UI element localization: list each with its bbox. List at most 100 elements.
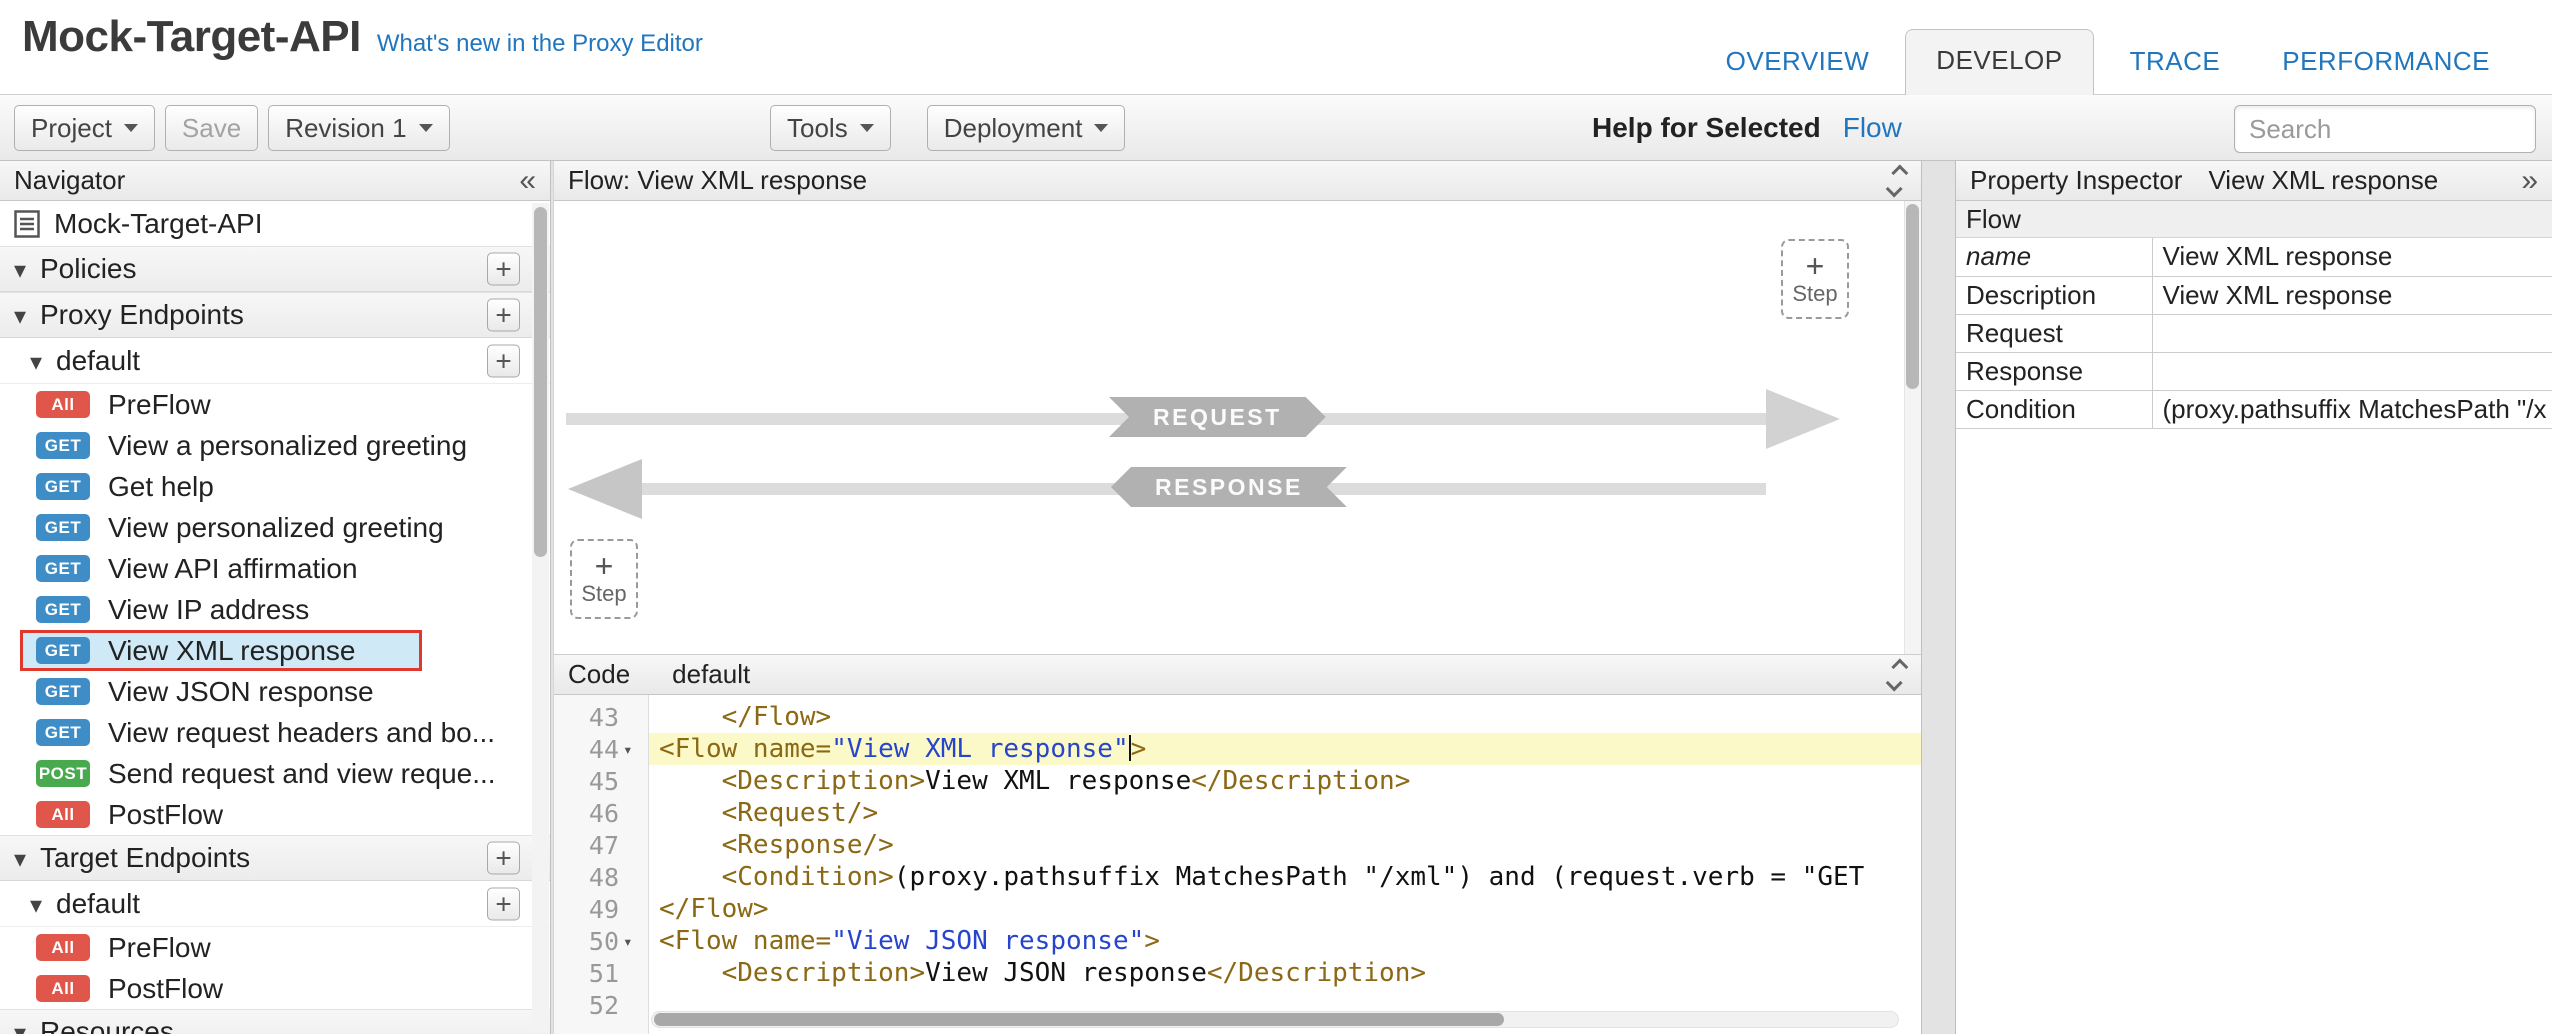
nav-section-target-endpoints[interactable]: Target Endpoints +: [0, 835, 550, 881]
flow-label: View API affirmation: [108, 553, 358, 585]
expand-inspector-button[interactable]: »: [2521, 166, 2538, 196]
code-line-51[interactable]: 51 <Description>View JSON response</Desc…: [554, 957, 1921, 989]
line-number: 48: [589, 863, 619, 892]
add-proxy-flow-button[interactable]: +: [487, 344, 520, 377]
whats-new-link[interactable]: What's new in the Proxy Editor: [377, 30, 703, 58]
help-flow-link[interactable]: Flow: [1843, 112, 1902, 144]
code-token: </Flow>: [659, 894, 769, 924]
flow-item-view-xml-response[interactable]: GET View XML response: [20, 630, 422, 671]
add-proxy-endpoint-button[interactable]: +: [487, 299, 520, 332]
nav-section-resources[interactable]: Resources: [0, 1009, 550, 1034]
chevron-down-icon: [1886, 674, 1903, 691]
code-token: <Response/>: [659, 830, 894, 860]
line-number: 44: [589, 735, 619, 764]
tab-overview[interactable]: OVERVIEW: [1700, 32, 1896, 95]
plus-icon: +: [495, 300, 511, 331]
add-step-button-response[interactable]: + Step: [570, 539, 638, 619]
tab-develop[interactable]: DEVELOP: [1905, 29, 2093, 95]
add-target-flow-button[interactable]: +: [487, 887, 520, 920]
flow-item-view-ip-address[interactable]: GET View IP address: [0, 589, 550, 630]
flow-item-preflow[interactable]: All PreFlow: [0, 384, 550, 425]
navigator-scrollbar[interactable]: [532, 203, 549, 1032]
code-line-46[interactable]: 46 <Request/>: [554, 797, 1921, 829]
section-label: Resources: [40, 1016, 174, 1034]
property-value[interactable]: [2152, 352, 2552, 390]
code-line-47[interactable]: 47 <Response/>: [554, 829, 1921, 861]
endpoint-label: default: [56, 888, 140, 920]
proxy-root-item[interactable]: Mock-Target-API: [0, 201, 550, 246]
expand-flow-panel-icon[interactable]: [1887, 163, 1907, 199]
collapse-code-panel-icon[interactable]: [1887, 657, 1907, 693]
deployment-menu-button[interactable]: Deployment: [927, 105, 1126, 151]
add-target-endpoint-button[interactable]: +: [487, 842, 520, 875]
save-button[interactable]: Save: [165, 105, 258, 151]
navigator-scrollbar-thumb[interactable]: [534, 207, 547, 557]
property-value[interactable]: View XML response: [2152, 276, 2552, 314]
disclosure-icon: [14, 253, 40, 285]
plus-icon: +: [1806, 251, 1825, 281]
flow-item-get-help[interactable]: GET Get help: [0, 466, 550, 507]
plus-icon: +: [495, 888, 511, 919]
tab-performance[interactable]: PERFORMANCE: [2256, 32, 2516, 95]
fold-icon[interactable]: ▾: [623, 740, 643, 759]
flow-item-view-a-personalized-greeting[interactable]: GET View a personalized greeting: [0, 425, 550, 466]
code-line-50[interactable]: 50▾ <Flow name="View JSON response">: [554, 925, 1921, 957]
navigator-panel: Navigator « Mock-Target-API Policies + P…: [0, 161, 551, 1034]
flow-label: View request headers and bo...: [108, 717, 495, 749]
code-line-43[interactable]: 43 </Flow>: [554, 701, 1921, 733]
code-line-44[interactable]: 44▾ <Flow name="View XML response">: [554, 733, 1921, 765]
flow-canvas-scrollbar-thumb[interactable]: [1906, 204, 1919, 389]
proxy-root-label: Mock-Target-API: [54, 208, 263, 240]
line-number: 50: [589, 927, 619, 956]
code-line-45[interactable]: 45 <Description>View XML response</Descr…: [554, 765, 1921, 797]
code-line-49[interactable]: 49 </Flow>: [554, 893, 1921, 925]
target-flow-item-preflow[interactable]: All PreFlow: [0, 927, 550, 968]
nav-section-policies[interactable]: Policies +: [0, 246, 550, 292]
flow-item-view-api-affirmation[interactable]: GET View API affirmation: [0, 548, 550, 589]
project-menu-button[interactable]: Project: [14, 105, 155, 151]
code-line-48[interactable]: 48 <Condition>(proxy.pathsuffix MatchesP…: [554, 861, 1921, 893]
property-label: Request: [1956, 314, 2152, 352]
proxy-endpoint-default[interactable]: default +: [0, 338, 550, 384]
flow-canvas-scrollbar[interactable]: [1904, 201, 1921, 654]
flow-item-view-request-headers[interactable]: GET View request headers and bo...: [0, 712, 550, 753]
property-value[interactable]: (proxy.pathsuffix MatchesPath "/x: [2152, 390, 2552, 428]
code-file-tab-default[interactable]: default: [672, 659, 750, 690]
step-button-label: Step: [581, 581, 626, 607]
step-button-label: Step: [1792, 281, 1837, 307]
search-input[interactable]: [2234, 105, 2536, 153]
target-flow-item-postflow[interactable]: All PostFlow: [0, 968, 550, 1009]
verb-badge: All: [36, 975, 90, 1002]
property-row-description: Description View XML response: [1956, 276, 2552, 314]
property-row-condition: Condition (proxy.pathsuffix MatchesPath …: [1956, 390, 2552, 428]
verb-badge: POST: [36, 760, 90, 787]
code-token: </Flow>: [659, 702, 831, 732]
code-horizontal-scrollbar[interactable]: [651, 1011, 1899, 1028]
flow-item-postflow[interactable]: All PostFlow: [0, 794, 550, 835]
flow-item-view-personalized-greeting[interactable]: GET View personalized greeting: [0, 507, 550, 548]
code-editor[interactable]: 43 </Flow> 44▾ <Flow name="View XML resp…: [554, 695, 1921, 1034]
dropdown-caret-icon: [860, 124, 874, 132]
flow-item-view-json-response[interactable]: GET View JSON response: [0, 671, 550, 712]
collapse-navigator-button[interactable]: «: [519, 166, 536, 196]
section-label: Target Endpoints: [40, 842, 250, 874]
nav-section-proxy-endpoints[interactable]: Proxy Endpoints +: [0, 292, 550, 338]
target-endpoint-default[interactable]: default +: [0, 881, 550, 927]
code-tab[interactable]: Code: [568, 659, 630, 690]
flow-label: PostFlow: [108, 973, 223, 1005]
add-step-button-request[interactable]: + Step: [1781, 239, 1849, 319]
tools-menu-button[interactable]: Tools: [770, 105, 891, 151]
property-value[interactable]: View XML response: [2152, 238, 2552, 276]
fold-icon[interactable]: ▾: [623, 932, 643, 951]
property-value[interactable]: [2152, 314, 2552, 352]
flow-label: Send request and view reque...: [108, 758, 496, 790]
verb-badge: GET: [36, 596, 90, 623]
flow-item-send-request[interactable]: POST Send request and view reque...: [0, 753, 550, 794]
add-policy-button[interactable]: +: [487, 253, 520, 286]
revision-menu-button[interactable]: Revision 1: [268, 105, 449, 151]
flow-label: View personalized greeting: [108, 512, 444, 544]
code-token: "View XML response": [831, 734, 1128, 764]
line-number: 49: [589, 895, 619, 924]
tab-trace[interactable]: TRACE: [2104, 32, 2247, 95]
code-horizontal-scrollbar-thumb[interactable]: [654, 1013, 1504, 1026]
